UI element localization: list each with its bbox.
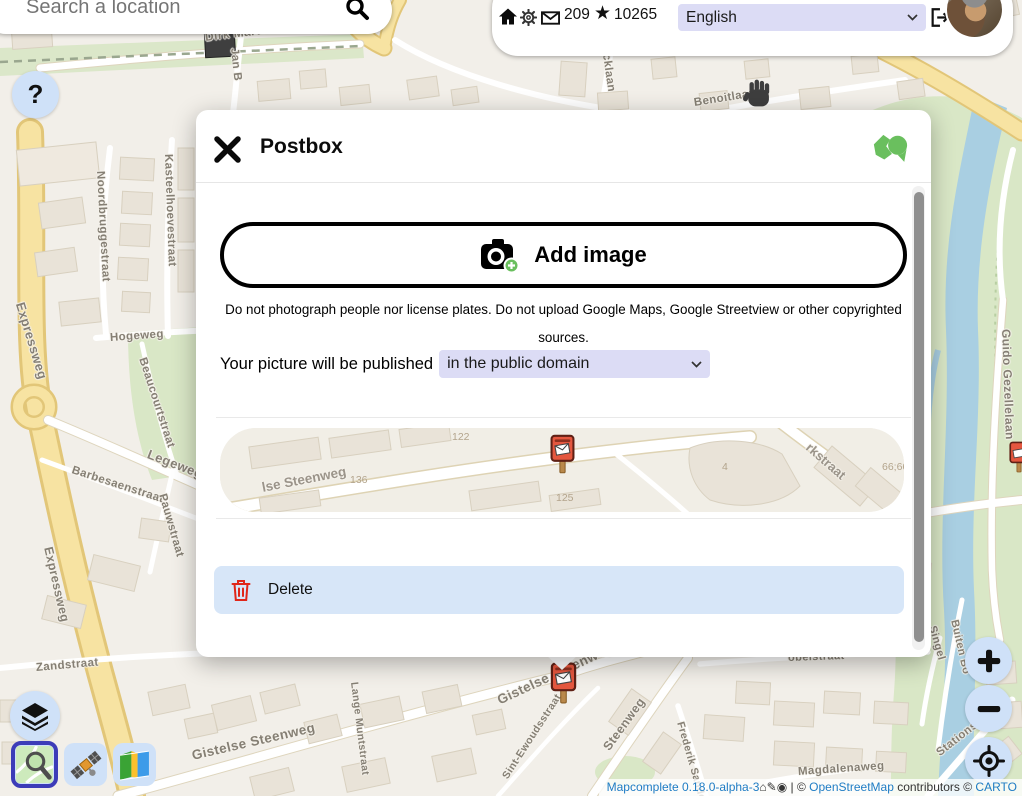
layers-icon — [20, 701, 50, 731]
background-layers-button[interactable] — [10, 691, 60, 741]
crosshair-location-icon — [973, 745, 1005, 777]
mapcomplete-logo-icon — [871, 132, 909, 170]
trash-icon — [230, 577, 252, 603]
license-row: Your picture will be published in the pu… — [220, 350, 710, 378]
contributors-text: contributors © — [894, 780, 976, 794]
user-panel: Pieter Vander Vennet 209 ★ 10265 English — [492, 0, 1013, 56]
app-window: Dirk Martensstraat Jan B cklaan Benoitla… — [0, 0, 1022, 796]
house-number: 4 — [722, 461, 728, 473]
messages-icon[interactable] — [541, 11, 560, 25]
mapcomplete-version-link[interactable]: Mapcomplete 0.18.0-alpha-3 — [607, 780, 760, 794]
add-image-label: Add image — [534, 242, 646, 268]
star-icon: ★ — [594, 2, 611, 25]
dialog-title: Postbox — [260, 135, 343, 159]
house-number: 66;66 — [882, 461, 904, 473]
help-button[interactable]: ? — [12, 71, 59, 118]
dialog-divider — [216, 518, 911, 519]
postbox-marker-edge[interactable] — [1009, 441, 1022, 473]
delete-label: Delete — [268, 581, 313, 599]
dialog-scrollbar-thumb[interactable] — [914, 192, 924, 642]
chevron-down-icon — [907, 14, 918, 21]
osm-link[interactable]: OpenStreetMap — [809, 780, 894, 794]
attribution-bar: Mapcomplete 0.18.0-alpha-3⌂✎◉ | © OpenSt… — [599, 779, 1022, 796]
zoom-out-button[interactable] — [965, 685, 1012, 732]
delete-button[interactable]: Delete — [214, 566, 904, 614]
search-input[interactable] — [24, 0, 328, 20]
dialog-divider — [216, 417, 911, 418]
theme-button-osm[interactable] — [11, 741, 58, 788]
dialog-header-divider — [196, 182, 931, 183]
image-upload-note: Do not photograph people nor license pla… — [224, 296, 903, 352]
folded-map-icon — [118, 748, 151, 781]
postbox-marker — [550, 434, 575, 474]
attribution-separator: | © — [787, 780, 809, 794]
house-number: 136 — [350, 474, 368, 486]
star-count: 10265 — [614, 6, 657, 24]
minus-icon — [974, 694, 1004, 724]
search-bar — [0, 0, 392, 34]
attribution-icons: ⌂✎◉ — [759, 780, 787, 794]
house-number: 122 — [452, 431, 470, 443]
message-count: 209 — [564, 6, 590, 24]
language-select[interactable]: English — [678, 4, 926, 31]
geolocate-button[interactable] — [965, 737, 1012, 784]
osm-map-magnifier-icon — [16, 746, 53, 783]
add-image-button[interactable]: Add image — [220, 222, 907, 288]
carto-link[interactable]: CARTO — [975, 780, 1017, 794]
avatar[interactable] — [947, 0, 1002, 37]
help-label: ? — [28, 79, 44, 110]
zoom-in-button[interactable] — [965, 637, 1012, 684]
satellite-icon — [69, 748, 103, 782]
theme-button-satellite[interactable] — [64, 743, 107, 786]
settings-gear-icon[interactable] — [520, 9, 537, 26]
house-number: 125 — [556, 492, 574, 504]
pan-hand-cursor — [742, 76, 774, 110]
chevron-down-icon — [691, 361, 702, 368]
home-icon[interactable] — [498, 7, 518, 26]
search-icon[interactable] — [344, 0, 370, 21]
postbox-dialog: Postbox Add image Do not photograph peop… — [196, 110, 931, 657]
camera-plus-icon — [480, 238, 520, 273]
theme-button-map[interactable] — [113, 743, 156, 786]
feature-minimap[interactable]: lse Steenweg rkstraat 122 136 125 4 66;6… — [220, 428, 904, 512]
close-icon[interactable] — [214, 136, 241, 163]
language-value: English — [686, 9, 737, 27]
plus-icon — [974, 646, 1004, 676]
license-value: in the public domain — [447, 355, 589, 373]
license-prefix: Your picture will be published — [220, 355, 433, 374]
license-select[interactable]: in the public domain — [439, 350, 710, 378]
dialog-scrollbar-track — [912, 186, 925, 650]
